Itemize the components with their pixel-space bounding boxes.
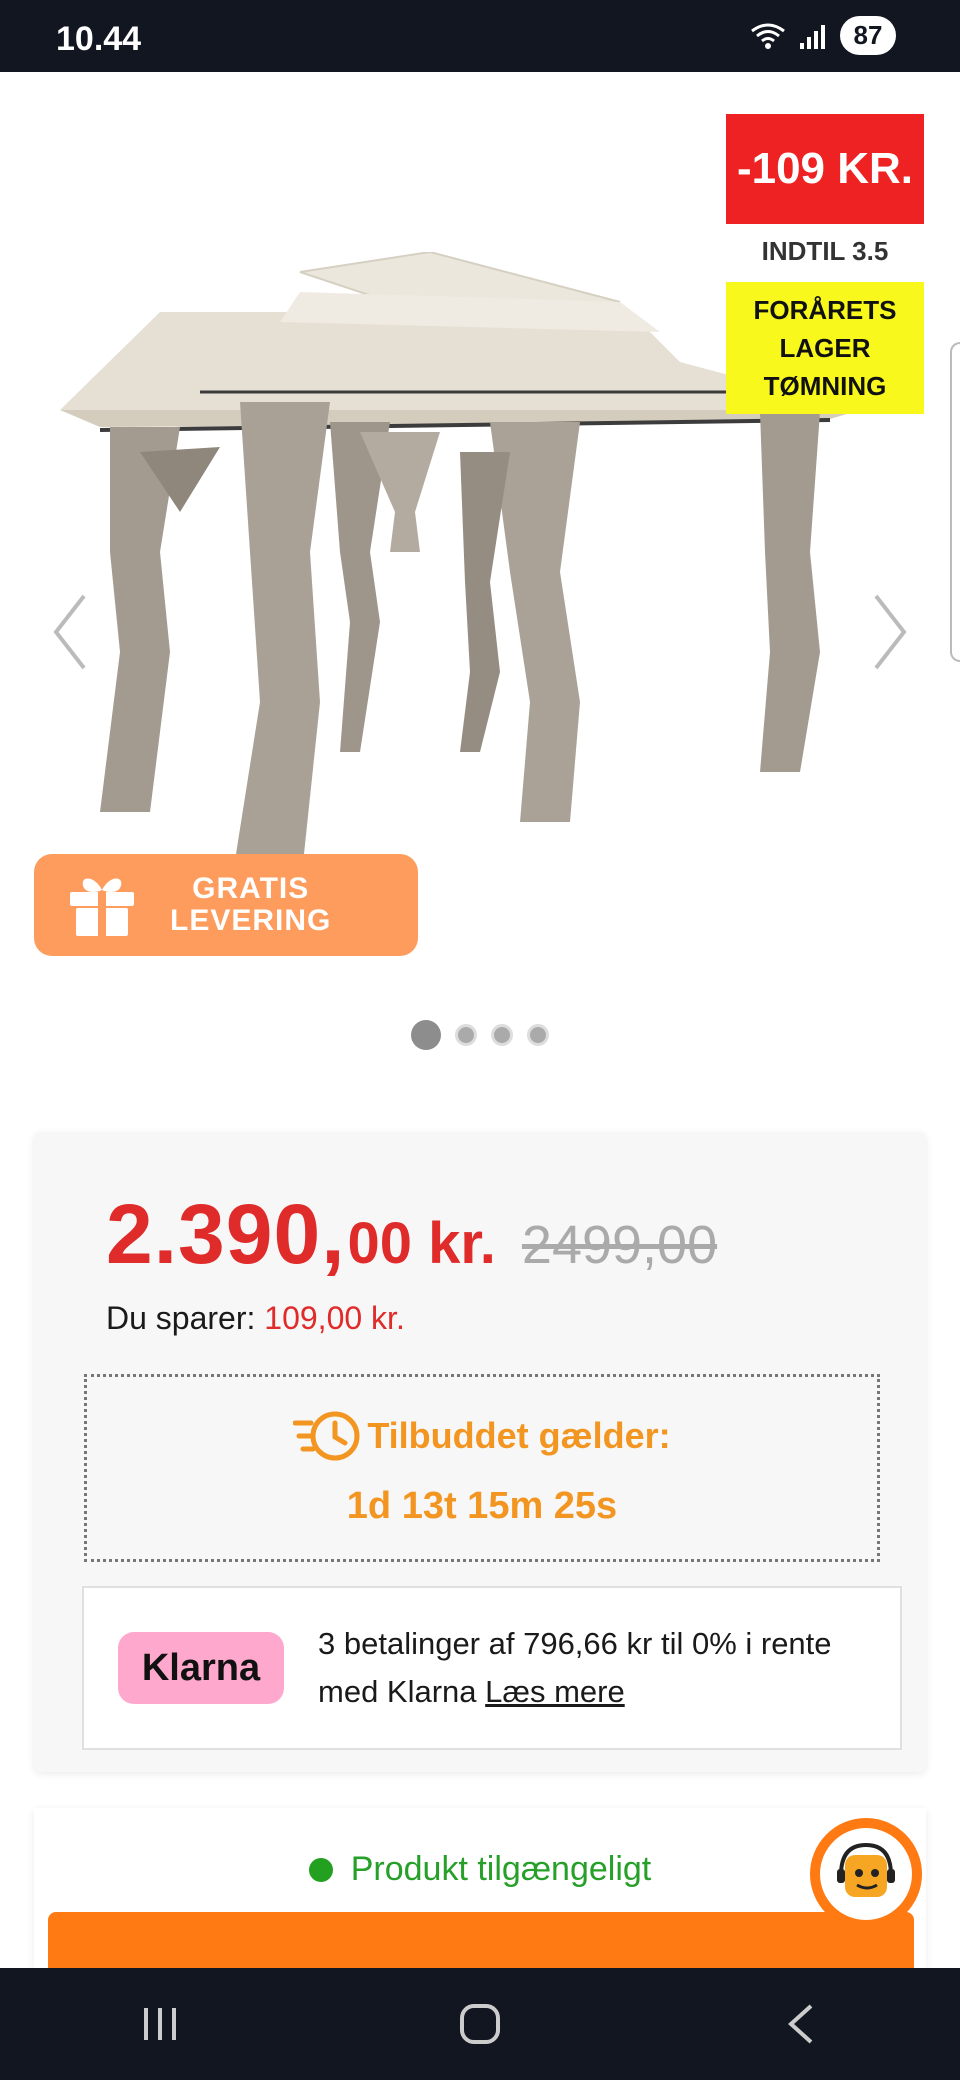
original-price: 2499,00	[521, 1215, 718, 1275]
klarna-text: 3 betalinger af 796,66 kr til 0% i rente…	[318, 1620, 832, 1716]
offer-countdown: 1d 13t 15m 25s	[346, 1484, 618, 1527]
savings-amount: 109,00 kr.	[264, 1300, 405, 1336]
pagination-dot[interactable]	[455, 1024, 477, 1046]
signal-icon	[800, 24, 825, 49]
home-icon	[460, 2004, 500, 2044]
next-image-button[interactable]	[860, 582, 920, 682]
chevron-left-icon	[53, 594, 86, 670]
free-delivery-text: GRATIS LEVERING	[170, 872, 332, 937]
support-agent-icon	[820, 1828, 912, 1920]
discount-badge: -109 KR.	[726, 114, 924, 224]
klarna-logo: Klarna	[118, 1632, 284, 1704]
promo-line: TØMNING	[763, 371, 887, 401]
availability-text: Produkt tilgængeligt	[350, 1850, 652, 1888]
klarna-text-line2: med Klarna Læs mere	[318, 1674, 625, 1709]
offer-title-row: Tilbuddet gælder:	[293, 1409, 671, 1463]
pagination-dot[interactable]	[527, 1024, 549, 1046]
wifi-icon	[751, 23, 785, 49]
status-icons: 87	[750, 16, 896, 55]
klarna-text-line1: 3 betalinger af 796,66 kr til 0% i rente	[318, 1626, 832, 1661]
gift-icon	[70, 878, 134, 936]
system-navigation-bar	[0, 1968, 960, 2080]
offer-title: Tilbuddet gælder:	[367, 1414, 671, 1456]
discount-up-to-label: INDTIL 3.5	[761, 236, 889, 266]
home-button[interactable]	[420, 1984, 540, 2064]
side-panel-handle[interactable]	[950, 342, 960, 662]
image-pagination[interactable]	[0, 1020, 960, 1050]
spring-clearance-badge: FORÅRETS LAGER TØMNING	[726, 282, 924, 414]
klarna-payment-box: Klarna 3 betalinger af 796,66 kr til 0% …	[82, 1586, 902, 1750]
back-icon	[788, 2004, 813, 2044]
back-button[interactable]	[740, 1984, 860, 2064]
recent-apps-button[interactable]	[100, 1984, 220, 2064]
offer-timer-box: Tilbuddet gælder: 1d 13t 15m 25s	[84, 1374, 880, 1562]
pagination-dot[interactable]	[491, 1024, 513, 1046]
savings-line: Du sparer: 109,00 kr.	[106, 1300, 405, 1337]
price-card: 2.390, 00 kr. 2499,00 Du sparer: 109,00 …	[34, 1132, 926, 1772]
free-delivery-badge: GRATIS LEVERING	[34, 854, 418, 956]
klarna-read-more-link[interactable]: Læs mere	[485, 1674, 625, 1709]
status-time: 10.44	[56, 20, 142, 58]
current-price: 2.390,	[106, 1187, 346, 1281]
customer-support-button[interactable]	[810, 1818, 922, 1930]
chevron-right-icon	[874, 594, 907, 670]
availability-card: Produkt tilgængeligt	[34, 1808, 926, 1992]
available-indicator-icon	[308, 1857, 333, 1882]
status-bar: 10.44 87	[0, 0, 960, 72]
savings-label: Du sparer:	[106, 1300, 256, 1336]
price-row: 2.390, 00 kr. 2499,00	[106, 1186, 717, 1283]
pagination-dot[interactable]	[411, 1020, 441, 1050]
timer-icon	[293, 1411, 360, 1460]
battery-indicator: 87	[840, 16, 896, 55]
current-price-cents: 00 kr.	[347, 1211, 496, 1276]
promo-line: FORÅRETS	[753, 295, 897, 325]
previous-image-button[interactable]	[40, 582, 100, 682]
availability-status: Produkt tilgængeligt	[34, 1850, 926, 1889]
recent-apps-icon	[144, 2008, 176, 2040]
promo-line: LAGER	[779, 333, 871, 363]
product-gallery[interactable]: -109 KR. INDTIL 3.5 FORÅRETS LAGER TØMNI…	[0, 72, 960, 1072]
